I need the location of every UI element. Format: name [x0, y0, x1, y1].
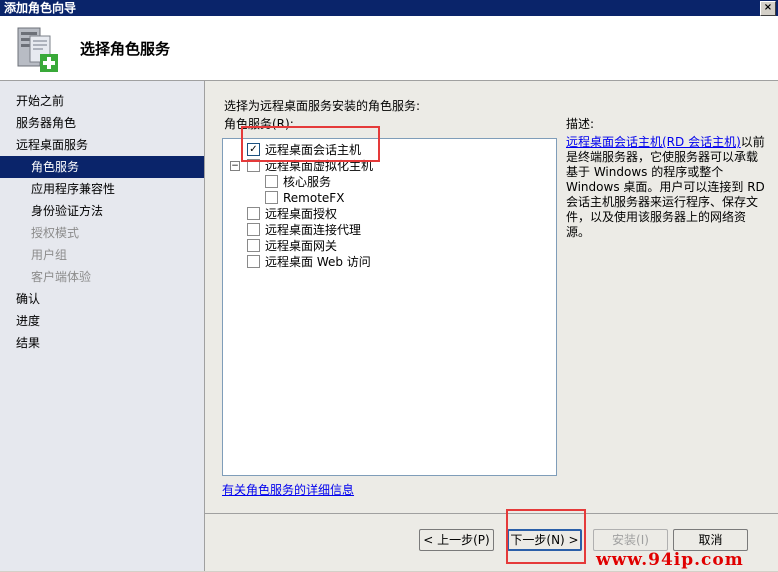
checkbox-rd-virtualization-host[interactable]: [247, 159, 260, 172]
description-title: 描述:: [566, 117, 595, 131]
more-info-link[interactable]: 有关角色服务的详细信息: [222, 481, 354, 498]
list-item-label: 远程桌面连接代理: [265, 223, 362, 237]
description-link[interactable]: 远程桌面会话主机(RD 会话主机): [566, 135, 741, 149]
checkbox-rd-licensing[interactable]: [247, 207, 260, 220]
list-item-rd-virtualization-host[interactable]: 远程桌面虚拟化主机: [247, 158, 373, 174]
list-item-core-services[interactable]: 核心服务: [265, 174, 331, 190]
nav-item-client-experience: 客户端体验: [31, 270, 92, 284]
nav-item-remote-desktop-services[interactable]: 远程桌面服务: [0, 134, 204, 156]
list-item-label: 远程桌面 Web 访问: [265, 255, 371, 269]
description-body: 以前是终端服务器，它使服务器可以承载基于 Windows 的程序或整个 Wind…: [566, 135, 765, 239]
list-item-remotefx[interactable]: RemoteFX: [265, 190, 344, 206]
checkbox-rd-web-access[interactable]: [247, 255, 260, 268]
nav-item-progress[interactable]: 进度: [0, 310, 204, 332]
list-item-label: RemoteFX: [283, 191, 345, 205]
checkbox-remotefx[interactable]: [265, 191, 278, 204]
list-item-rd-licensing[interactable]: 远程桌面授权: [247, 206, 337, 222]
nav-item-confirmation[interactable]: 确认: [0, 288, 204, 310]
checkbox-rd-gateway[interactable]: [247, 239, 260, 252]
list-item-label: 远程桌面会话主机: [265, 143, 362, 157]
nav-item-licensing-mode: 授权模式: [31, 226, 80, 240]
role-services-caption: 角色服务(R):: [224, 117, 294, 131]
cancel-button[interactable]: 取消: [673, 529, 748, 551]
window-title-bar: 添加角色向导 ×: [0, 0, 778, 16]
nav-item-user-groups: 用户组: [31, 248, 68, 262]
description-text: 远程桌面会话主机(RD 会话主机)以前是终端服务器，它使服务器可以承载基于 Wi…: [566, 135, 766, 240]
install-button: 安装(I): [593, 529, 668, 551]
nav-item-authentication-method[interactable]: 身份验证方法: [0, 200, 204, 222]
previous-button[interactable]: < 上一步(P): [419, 529, 494, 551]
watermark-text: www.94ip.com: [596, 550, 744, 570]
list-item-label: 核心服务: [283, 175, 332, 189]
next-button[interactable]: 下一步(N) >: [507, 529, 582, 551]
collapse-icon[interactable]: −: [230, 161, 240, 171]
nav-item-role-services[interactable]: 角色服务: [0, 156, 204, 178]
list-item-label: 远程桌面网关: [265, 239, 338, 253]
page-title: 选择角色服务: [80, 40, 171, 58]
nav-item-app-compatibility[interactable]: 应用程序兼容性: [0, 178, 204, 200]
list-item-rd-web-access[interactable]: 远程桌面 Web 访问: [247, 254, 371, 270]
checkbox-rd-session-host[interactable]: ✓: [247, 143, 260, 156]
nav-item-before-you-begin[interactable]: 开始之前: [0, 90, 204, 112]
role-services-list: ✓ 远程桌面会话主机 远程桌面虚拟化主机 − 核心服务 RemoteFX 远程桌面…: [222, 138, 557, 476]
list-item-rd-session-host[interactable]: ✓ 远程桌面会话主机: [247, 142, 361, 158]
checkbox-rd-connection-broker[interactable]: [247, 223, 260, 236]
list-item-label: 远程桌面虚拟化主机: [265, 159, 374, 173]
checkbox-core-services[interactable]: [265, 175, 278, 188]
server-add-icon: [17, 27, 58, 72]
nav-item-results[interactable]: 结果: [0, 332, 204, 354]
wizard-nav: 开始之前 服务器角色 远程桌面服务 角色服务 应用程序兼容性 身份验证方法 授权…: [0, 81, 205, 571]
wizard-header: 选择角色服务: [0, 16, 778, 81]
list-item-rd-connection-broker[interactable]: 远程桌面连接代理: [247, 222, 361, 238]
list-item-rd-gateway[interactable]: 远程桌面网关: [247, 238, 337, 254]
list-item-label: 远程桌面授权: [265, 207, 338, 221]
window-title: 添加角色向导: [4, 1, 77, 15]
instruction-text: 选择为远程桌面服务安装的角色服务:: [224, 99, 421, 113]
main-content: 选择为远程桌面服务安装的角色服务: 角色服务(R): ✓ 远程桌面会话主机 远程桌…: [205, 81, 778, 571]
nav-item-server-roles[interactable]: 服务器角色: [0, 112, 204, 134]
close-icon[interactable]: ×: [760, 1, 776, 16]
